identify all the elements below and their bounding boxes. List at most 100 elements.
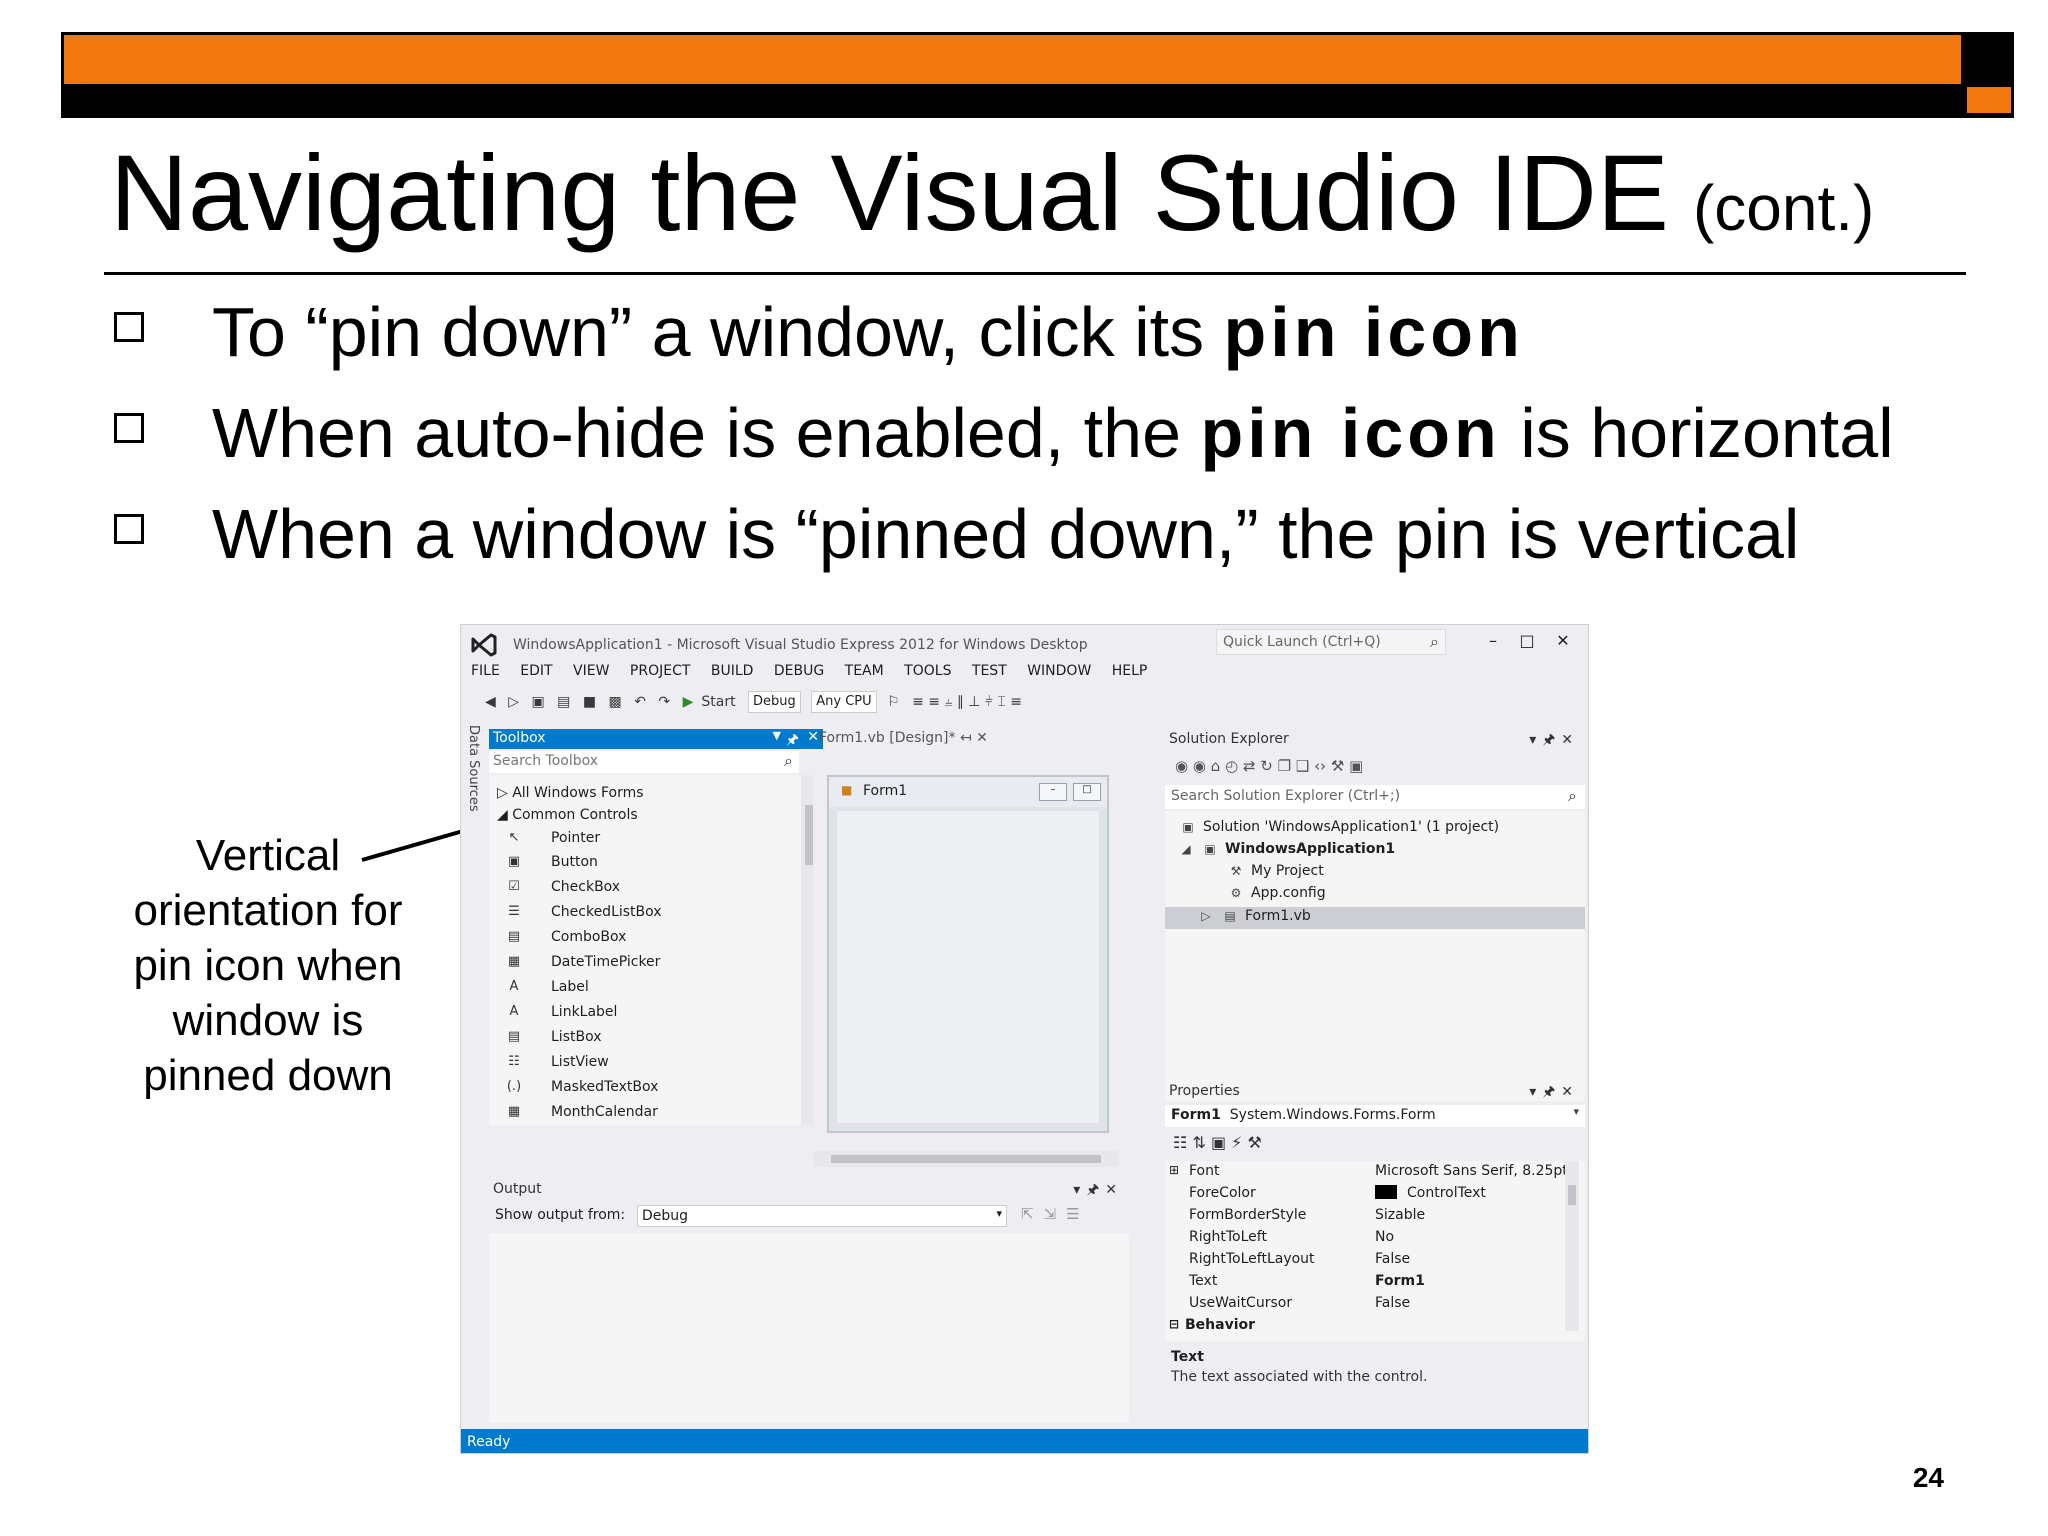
tree-item-my-project[interactable]: ⚒ My Project [1227,863,1324,883]
toolbox-item[interactable]: ▣ Button [505,853,785,875]
expand-triangle-icon[interactable]: ▷ [1197,909,1215,923]
save-icon[interactable]: ■ [583,694,596,710]
output-source-select[interactable]: Debug ▾ [637,1205,1007,1227]
open-icon[interactable]: ▤ [557,694,570,710]
collapse-all-icon[interactable]: ❐ [1278,757,1291,775]
toolbox-item[interactable]: A Label [505,978,785,1000]
solution-explorer-search-input[interactable]: Search Solution Explorer (Ctrl+;) ⌕ [1165,785,1585,809]
view-designer-icon[interactable]: ▣ [1349,757,1363,775]
properties-wrench-icon[interactable]: ⚒ [1331,757,1344,775]
toolbox-item[interactable]: ☷ ListView [505,1053,785,1075]
pin-icon[interactable]: 🖈︎ [1542,732,1561,748]
menu-view[interactable]: VIEW [573,663,609,679]
expand-triangle-icon[interactable]: ◢ [1177,842,1195,856]
tree-item-app-config[interactable]: ⚙ App.config [1227,885,1326,905]
property-row[interactable]: RightToLeft No [1165,1227,1565,1249]
menu-tools[interactable]: TOOLS [904,663,951,679]
tree-item-solution[interactable]: ▣ Solution 'WindowsApplication1' (1 proje… [1179,819,1499,839]
chevron-down-icon[interactable]: ▾ [1529,1084,1542,1100]
home-icon[interactable]: ⌂ [1211,757,1221,775]
save-all-icon[interactable]: ▩ [609,694,622,710]
start-play-icon[interactable]: ▶ [683,694,694,710]
collapse-minus-icon[interactable]: ⊟ [1169,1317,1179,1331]
properties-icon[interactable]: ▣ [1211,1133,1226,1152]
refresh-icon[interactable]: ↻ [1260,757,1273,775]
view-code-icon[interactable]: ‹› [1314,757,1326,775]
property-row[interactable]: Text Form1 [1165,1271,1565,1293]
scrollbar-thumb[interactable] [831,1155,1101,1163]
designer-scrollbar[interactable] [813,1151,1119,1167]
categorized-icon[interactable]: ☷ [1173,1133,1187,1152]
find-message-icon[interactable]: ⇲ [1044,1205,1067,1223]
toolbox-item[interactable]: ☑ CheckBox [505,878,785,900]
toolbox-item[interactable]: (.) MaskedTextBox [505,1078,785,1100]
toolbox-search-input[interactable]: Search Toolbox ⌕ [489,751,799,773]
menu-help[interactable]: HELP [1112,663,1148,679]
chevron-down-icon[interactable]: ▾ [1073,1182,1086,1198]
menu-file[interactable]: FILE [471,663,500,679]
align-tools-icon[interactable]: ≡ ≡ ⫨ ∥ ⊥ ⫩ ⌶ ≡ [912,694,1022,710]
undo-icon[interactable]: ↶ [634,694,646,710]
show-all-files-icon[interactable]: ❑ [1296,757,1309,775]
pin-icon[interactable]: 🖈︎ [1086,1182,1105,1198]
find-in-files-icon[interactable]: ⚐ [887,694,900,710]
menu-test[interactable]: TEST [972,663,1007,679]
back-icon[interactable]: ◉ [1175,757,1188,775]
tree-item-form1[interactable]: ▷ ▤ Form1.vb [1197,908,1310,928]
close-button[interactable]: ✕ [1551,631,1575,655]
output-text-area[interactable] [489,1233,1129,1423]
toolbox-item[interactable]: ▦ MonthCalendar [505,1103,785,1125]
forward-icon[interactable]: ◉ [1193,757,1206,775]
form-client-area[interactable] [837,811,1099,1123]
property-row[interactable]: UseWaitCursor False [1165,1293,1565,1315]
toolbox-item[interactable]: ↖ Pointer [505,829,785,851]
quick-launch-input[interactable]: Quick Launch (Ctrl+Q) ⌕ [1216,629,1446,655]
close-icon[interactable]: ✕ [976,730,988,746]
sync-icon[interactable]: ⇄ [1243,757,1256,775]
maximize-button[interactable]: □ [1515,631,1539,655]
configuration-select[interactable]: Debug [748,691,801,713]
expand-plus-icon[interactable]: ⊞ [1169,1163,1179,1177]
menu-team[interactable]: TEAM [845,663,884,679]
scrollbar-thumb[interactable] [1568,1185,1576,1205]
menu-build[interactable]: BUILD [711,663,754,679]
property-pages-icon[interactable]: ⚒ [1247,1133,1261,1152]
events-lightning-icon[interactable]: ⚡ [1231,1133,1242,1152]
scrollbar-thumb[interactable] [805,805,813,865]
pin-icon[interactable]: ↤ [960,730,972,746]
menu-window[interactable]: WINDOW [1027,663,1091,679]
toolbox-item[interactable]: ▤ ComboBox [505,928,785,950]
form1-preview[interactable]: ■ Form1 – □ [827,775,1109,1133]
history-icon[interactable]: ◴ [1225,757,1238,775]
minimize-button[interactable]: – [1481,631,1505,655]
goto-error-icon[interactable]: ⇱ [1021,1205,1044,1223]
property-row[interactable]: RightToLeftLayout False [1165,1249,1565,1271]
alphabetical-icon[interactable]: ⇅ [1192,1133,1205,1152]
close-icon[interactable]: ✕ [1105,1182,1123,1198]
forward-icon[interactable]: ▷ [508,694,519,710]
tab-form1-design[interactable]: Form1.vb [Design]* ↤ ✕ [813,729,993,749]
toolbox-group-common-controls[interactable]: ◢ Common Controls [497,807,638,823]
pin-icon[interactable]: 🖈︎ [786,729,799,753]
property-row[interactable]: FormBorderStyle Sizable [1165,1205,1565,1227]
property-row[interactable]: ⊞ Font Microsoft Sans Serif, 8.25pt [1165,1161,1568,1183]
clear-all-icon[interactable]: ☰ [1066,1205,1089,1223]
toolbox-item[interactable]: ▦ DateTimePicker [505,953,785,975]
property-row[interactable]: ForeColor ControlText [1165,1183,1565,1205]
menu-project[interactable]: PROJECT [630,663,691,679]
pin-icon[interactable]: 🖈︎ [1542,1084,1561,1100]
properties-scrollbar[interactable] [1565,1161,1579,1331]
tree-item-project[interactable]: ◢ ▣ WindowsApplication1 [1177,841,1395,861]
properties-object-select[interactable]: Form1 System.Windows.Forms.Form ▾ [1165,1105,1585,1127]
chevron-down-icon[interactable]: ▼ [773,729,781,742]
new-project-icon[interactable]: ▣ [531,694,544,710]
platform-select[interactable]: Any CPU [811,691,877,713]
menu-debug[interactable]: DEBUG [774,663,824,679]
close-icon[interactable]: ✕ [1561,1084,1579,1100]
data-sources-tab[interactable]: Data Sources [463,725,485,845]
toolbox-group-all-forms[interactable]: ▷ All Windows Forms [497,785,644,801]
close-icon[interactable]: ✕ [1561,732,1579,748]
property-category-row[interactable]: ⊟ Behavior [1165,1315,1565,1337]
toolbox-item[interactable]: A LinkLabel [505,1003,785,1025]
back-icon[interactable]: ◀ [485,694,496,710]
